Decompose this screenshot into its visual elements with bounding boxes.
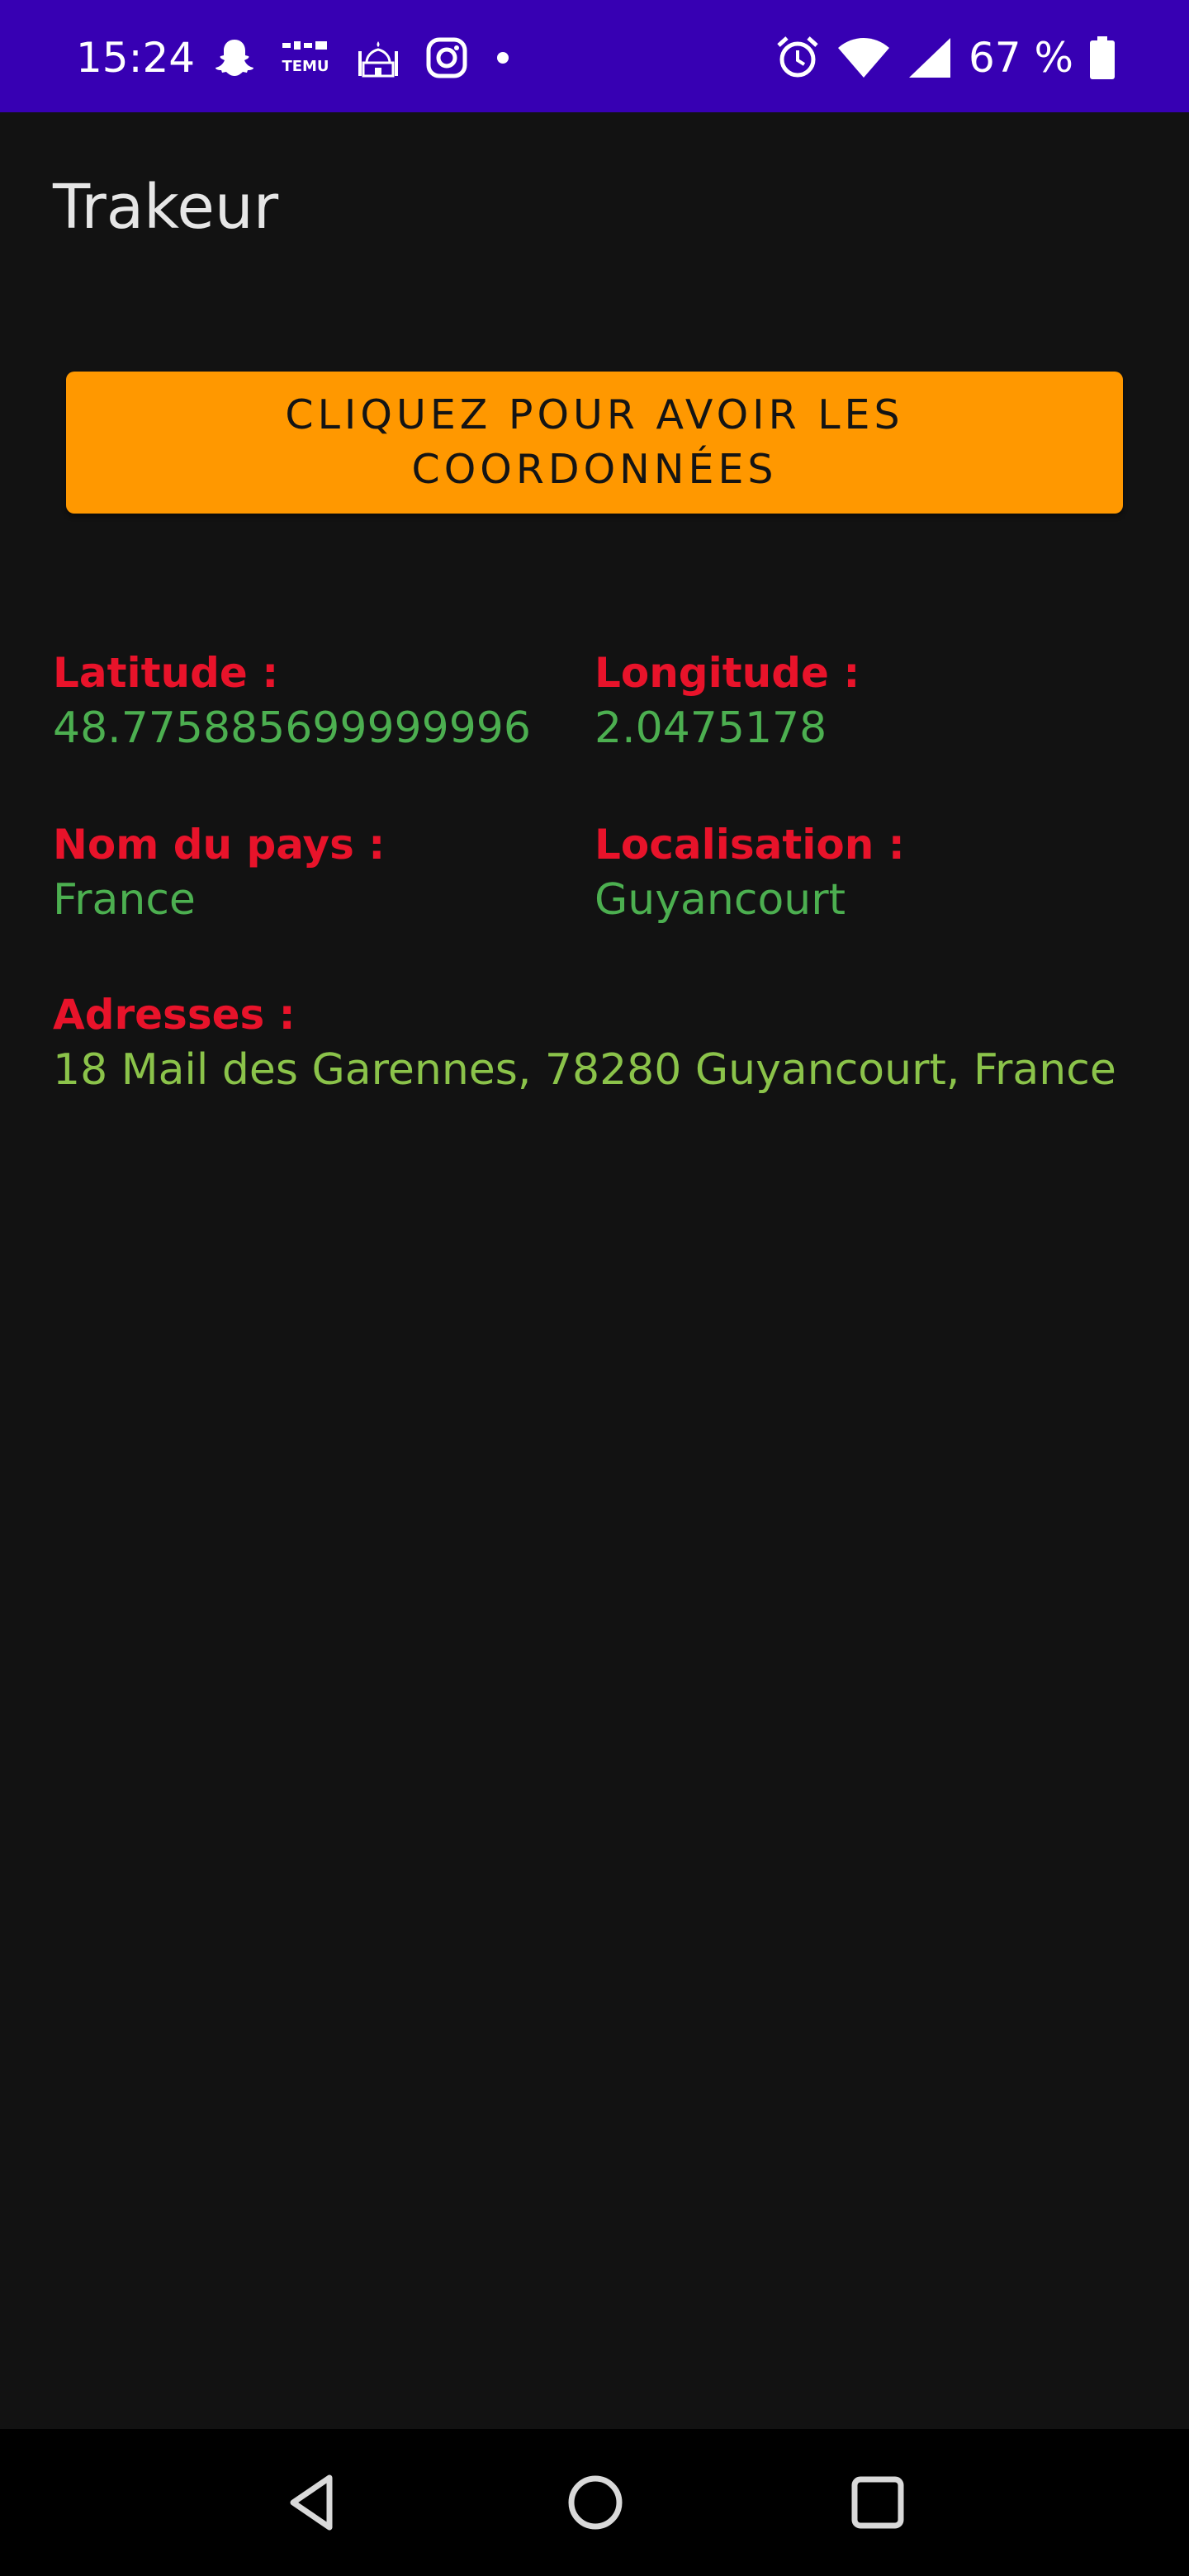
- longitude-label: Longitude :: [594, 649, 860, 697]
- status-system-icons: 67 %: [774, 33, 1116, 83]
- country-label: Nom du pays :: [53, 821, 386, 869]
- get-coordinates-button-label: CLIQUEZ POUR AVOIR LES COORDONNÉES: [285, 391, 904, 493]
- back-button[interactable]: [276, 2465, 350, 2540]
- recents-button[interactable]: [841, 2465, 915, 2540]
- home-icon: [568, 2475, 623, 2530]
- get-coordinates-button[interactable]: CLIQUEZ POUR AVOIR LES COORDONNÉES: [66, 372, 1123, 514]
- mosque-icon: [353, 35, 403, 81]
- country-value: France: [53, 875, 196, 925]
- locality-field: Localisation : Guyancourt: [594, 817, 905, 928]
- recents-icon: [851, 2476, 904, 2529]
- screen: 15:24 TEMU 67 % Trakeur CLIQUEZ POUR AVO…: [0, 0, 1189, 2576]
- status-notification-icons: TEMU: [211, 33, 515, 83]
- wifi-icon: [836, 35, 891, 81]
- latitude-label: Latitude :: [53, 649, 279, 697]
- battery-percentage: 67 %: [968, 34, 1073, 82]
- address-field: Adresses : 18 Mail des Garennes, 78280 G…: [53, 987, 1116, 1098]
- status-bar: 15:24 TEMU 67 %: [0, 0, 1189, 112]
- instagram-icon: [424, 36, 469, 80]
- status-time: 15:24: [76, 34, 196, 82]
- snapchat-icon: [211, 35, 258, 81]
- country-field: Nom du pays : France: [53, 817, 385, 928]
- locality-value: Guyancourt: [594, 875, 846, 925]
- temu-icon: TEMU: [279, 35, 332, 81]
- locality-label: Localisation :: [594, 821, 905, 869]
- app-title: Trakeur: [53, 172, 279, 243]
- battery-icon: [1088, 35, 1116, 81]
- longitude-field: Longitude : 2.0475178: [594, 646, 860, 756]
- address-value: 18 Mail des Garennes, 78280 Guyancourt, …: [53, 1045, 1116, 1095]
- back-icon: [290, 2474, 333, 2531]
- navigation-bar: [0, 2429, 1189, 2576]
- address-label: Adresses :: [53, 991, 296, 1039]
- notification-dot-icon: [490, 45, 515, 70]
- svg-text:TEMU: TEMU: [282, 58, 329, 75]
- latitude-value: 48.775885699999996: [53, 703, 531, 753]
- alarm-icon: [774, 34, 822, 82]
- longitude-value: 2.0475178: [594, 703, 827, 753]
- latitude-field: Latitude : 48.775885699999996: [53, 646, 531, 756]
- home-button[interactable]: [558, 2465, 632, 2540]
- signal-icon: [906, 35, 954, 81]
